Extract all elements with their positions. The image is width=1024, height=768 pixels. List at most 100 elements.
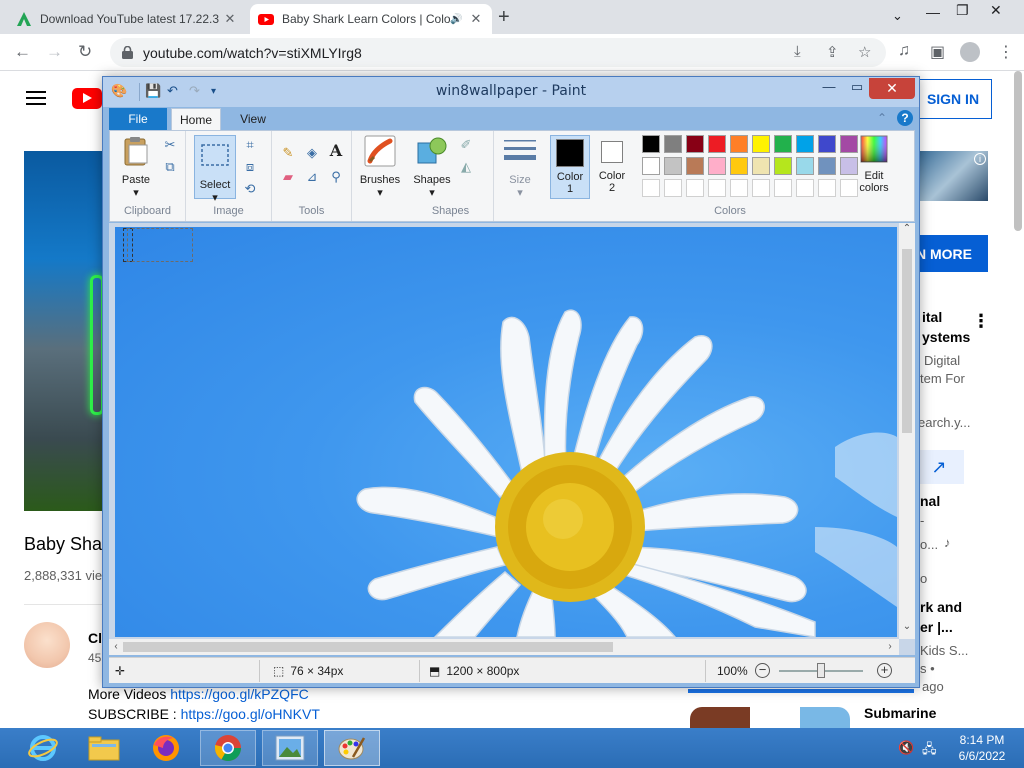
dropdown-arrow-icon[interactable]: ▾ <box>133 187 139 199</box>
share-icon[interactable]: ⇪ <box>826 43 839 61</box>
palette-swatch[interactable] <box>774 157 792 175</box>
browser-tab-youtube[interactable]: Baby Shark Learn Colors | Colors 🔊 ✕ <box>250 4 492 34</box>
sign-in-button[interactable]: SIGN IN <box>914 79 992 119</box>
outline-icon[interactable]: ✐ <box>458 137 474 153</box>
recommended-title[interactable]: rk and <box>920 599 962 615</box>
recommended-title[interactable]: er |... <box>920 619 953 635</box>
shapes-button[interactable]: Shapes ▾ <box>412 135 452 199</box>
scrollbar-thumb[interactable] <box>123 642 613 652</box>
description-link[interactable]: https://goo.gl/kPZQFC <box>170 686 309 702</box>
scrollbar-thumb[interactable] <box>902 249 912 433</box>
brushes-button[interactable]: Brushes ▾ <box>356 135 404 199</box>
dropdown-arrow-icon[interactable]: ▾ <box>517 187 523 199</box>
palette-swatch[interactable] <box>730 157 748 175</box>
firefox-taskbar-button[interactable] <box>138 730 194 766</box>
palette-swatch[interactable] <box>730 135 748 153</box>
scroll-up-icon[interactable]: ⌃ <box>899 223 915 234</box>
color2-button[interactable]: Color 2 <box>592 135 632 199</box>
menu-hamburger-icon[interactable] <box>26 91 46 105</box>
tab-view[interactable]: View <box>233 108 273 130</box>
youtube-logo-icon[interactable] <box>72 88 102 109</box>
photos-taskbar-button[interactable] <box>262 730 318 766</box>
paste-button[interactable]: Paste ▾ <box>116 135 156 199</box>
palette-swatch[interactable] <box>752 135 770 153</box>
fill-shape-icon[interactable]: ◭ <box>458 159 474 175</box>
crop-icon[interactable]: ⌗ <box>242 137 258 153</box>
cut-icon[interactable]: ✂ <box>162 137 178 153</box>
magnifier-icon[interactable]: ⚲ <box>328 169 344 185</box>
ie-taskbar-button[interactable] <box>14 730 72 766</box>
rotate-icon[interactable]: ⟲ <box>242 181 258 197</box>
scroll-right-icon[interactable]: › <box>883 639 897 655</box>
palette-swatch[interactable] <box>752 157 770 175</box>
help-icon[interactable]: ? <box>897 110 913 126</box>
paint-minimize-button[interactable]: — <box>815 79 843 99</box>
palette-swatch-custom[interactable] <box>686 179 704 197</box>
tab-file[interactable]: File <box>109 108 167 130</box>
star-icon[interactable]: ☆ <box>858 43 871 61</box>
color-picker-icon[interactable]: ⊿ <box>304 169 320 185</box>
dropdown-arrow-icon[interactable]: ▾ <box>429 187 435 199</box>
zoom-out-icon[interactable]: − <box>755 663 770 678</box>
palette-swatch[interactable] <box>774 135 792 153</box>
palette-swatch[interactable] <box>818 157 836 175</box>
minimize-button[interactable]: — <box>926 4 940 20</box>
volume-muted-icon[interactable]: 🔇 <box>898 740 914 756</box>
network-icon[interactable]: 🖧 <box>922 740 937 762</box>
color1-button[interactable]: Color 1 <box>550 135 590 199</box>
paint-taskbar-button[interactable] <box>324 730 380 766</box>
palette-swatch[interactable] <box>664 135 682 153</box>
paint-maximize-button[interactable]: ▭ <box>843 79 871 99</box>
reload-icon[interactable]: ↻ <box>78 42 92 62</box>
select-button[interactable]: Select ▾ <box>194 135 236 204</box>
palette-swatch-custom[interactable] <box>796 179 814 197</box>
vertical-scrollbar[interactable]: ⌃ ⌄ <box>899 223 915 639</box>
pencil-icon[interactable]: ✎ <box>280 145 296 161</box>
dropdown-arrow-icon[interactable]: ▾ <box>212 192 218 204</box>
scroll-down-icon[interactable]: ⌄ <box>899 621 915 632</box>
media-control-icon[interactable]: ♫ <box>898 42 910 60</box>
scroll-left-icon[interactable]: ‹ <box>109 639 123 655</box>
copy-icon[interactable]: ⧉ <box>162 159 178 175</box>
resize-icon[interactable]: ⧈ <box>242 159 258 175</box>
paint-titlebar[interactable]: 🎨 💾 ↶ ↷ ▾ win8wallpaper - Paint — ▭ ✕ <box>103 77 919 107</box>
explorer-taskbar-button[interactable] <box>76 730 132 766</box>
channel-name[interactable]: Cl <box>88 630 102 646</box>
install-icon[interactable]: ⤓ <box>794 43 801 60</box>
external-link-icon[interactable]: ↗ <box>914 450 964 484</box>
palette-swatch[interactable] <box>686 135 704 153</box>
recommended-title[interactable]: Submarine <box>864 705 936 721</box>
ad-title[interactable]: ital <box>922 309 942 325</box>
minimize-ribbon-icon[interactable]: ⌃ <box>877 111 887 125</box>
palette-swatch-custom[interactable] <box>708 179 726 197</box>
tab-home[interactable]: Home <box>171 108 221 130</box>
palette-swatch-custom[interactable] <box>752 179 770 197</box>
palette-swatch[interactable] <box>664 157 682 175</box>
palette-swatch[interactable] <box>708 135 726 153</box>
info-icon[interactable]: i <box>974 153 986 165</box>
edit-colors-button[interactable]: Edit colors <box>850 135 898 194</box>
browser-tab-download[interactable]: Download YouTube latest 17.22.3 ✕ <box>8 4 246 34</box>
eraser-icon[interactable]: ▰ <box>280 169 296 185</box>
palette-swatch[interactable] <box>642 135 660 153</box>
address-bar[interactable]: youtube.com/watch?v=stiXMLYIrg8 <box>110 38 886 67</box>
restore-button[interactable]: ❐ <box>956 2 969 19</box>
palette-swatch[interactable] <box>818 135 836 153</box>
paint-close-button[interactable]: ✕ <box>869 78 915 99</box>
palette-swatch[interactable] <box>642 157 660 175</box>
size-button[interactable]: Size ▾ <box>500 135 540 199</box>
palette-swatch-custom[interactable] <box>818 179 836 197</box>
palette-swatch-custom[interactable] <box>730 179 748 197</box>
palette-swatch[interactable] <box>796 157 814 175</box>
menu-kebab-icon[interactable]: ⋮ <box>998 42 1014 62</box>
page-scrollbar[interactable] <box>1014 71 1022 231</box>
text-icon[interactable]: A <box>328 143 344 159</box>
fill-icon[interactable]: ◈ <box>304 145 320 161</box>
dropdown-arrow-icon[interactable]: ▾ <box>377 187 383 199</box>
channel-avatar[interactable] <box>24 622 70 668</box>
profile-avatar-icon[interactable] <box>960 42 980 62</box>
selection-rectangle[interactable] <box>127 228 193 262</box>
new-tab-button[interactable]: + <box>498 6 510 29</box>
tab-close-icon[interactable]: ✕ <box>222 11 238 27</box>
palette-swatch[interactable] <box>708 157 726 175</box>
